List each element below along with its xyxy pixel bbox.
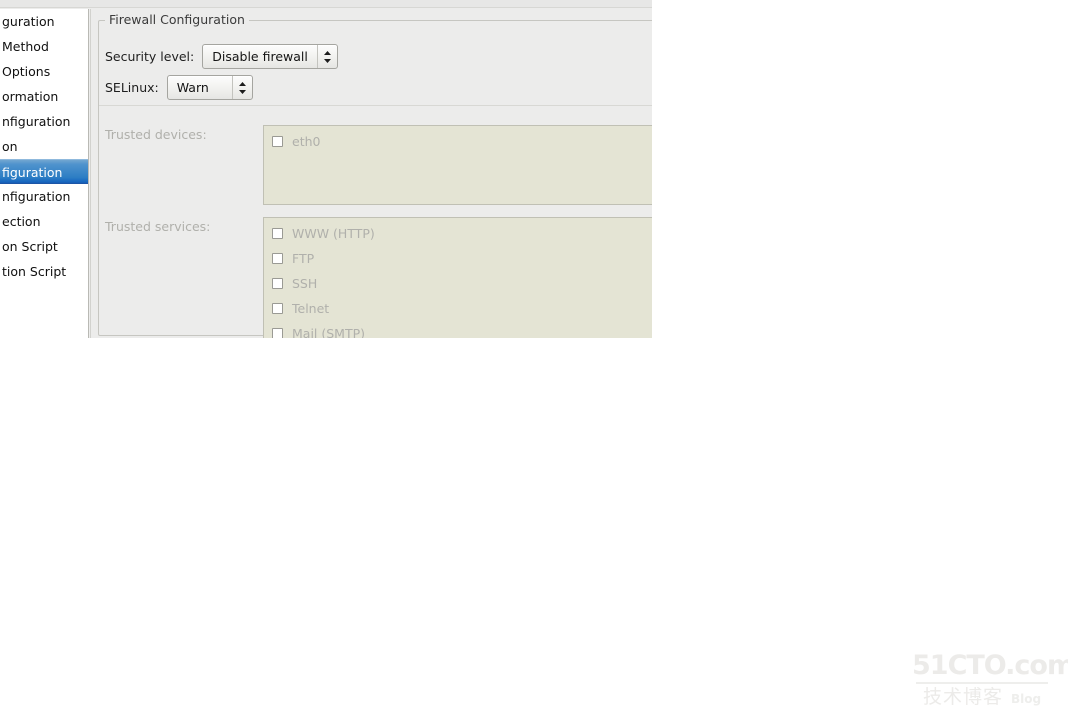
window-top-strip <box>0 0 652 8</box>
sidebar-item-label: tion Script <box>2 264 67 279</box>
trusted-device-label: eth0 <box>292 134 321 149</box>
sidebar-item-1[interactable]: Method <box>0 34 88 59</box>
trusted-service-row[interactable]: FTP <box>264 246 652 271</box>
trusted-services-label: Trusted services: <box>105 219 211 234</box>
security-level-label: Security level: <box>105 49 195 64</box>
trusted-devices-label: Trusted devices: <box>105 127 207 142</box>
sidebar-item-label: Options <box>2 64 51 79</box>
sidebar-item-label: figuration <box>2 165 63 180</box>
sidebar-item-label: Method <box>2 39 49 54</box>
sidebar-item-9[interactable]: on Script <box>0 234 88 259</box>
checkbox-unchecked-icon[interactable] <box>272 253 283 264</box>
trusted-service-label: Telnet <box>292 301 330 316</box>
trusted-device-row[interactable]: eth0 <box>264 129 652 154</box>
trusted-service-label: Mail (SMTP) <box>292 326 366 338</box>
selinux-combobox[interactable]: Warn <box>166 75 253 100</box>
sidebar-item-0[interactable]: guration <box>0 9 88 34</box>
sidebar-item-7[interactable]: nfiguration <box>0 184 88 209</box>
sidebar-item-label: guration <box>2 14 55 29</box>
sidebar-item-label: ormation <box>2 89 59 104</box>
sidebar-item-4[interactable]: nfiguration <box>0 109 88 134</box>
trusted-service-label: SSH <box>292 276 318 291</box>
checkbox-unchecked-icon[interactable] <box>272 303 283 314</box>
selinux-value: Warn <box>176 80 209 95</box>
watermark-subtitle-en: Blog <box>1010 692 1042 706</box>
trusted-service-row[interactable]: SSH <box>264 271 652 296</box>
sidebar-item-label: on <box>2 139 18 154</box>
trusted-service-row[interactable]: WWW (HTTP) <box>264 221 652 246</box>
selinux-label: SELinux: <box>105 80 159 95</box>
security-level-combobox[interactable]: Disable firewall <box>202 44 338 69</box>
selinux-row: SELinux: Warn <box>105 75 253 100</box>
checkbox-unchecked-icon[interactable] <box>272 328 283 338</box>
watermark-subtitle: 技术博客 Blog <box>912 687 1052 707</box>
trusted-service-label: WWW (HTTP) <box>292 226 375 241</box>
security-level-row: Security level: Disable firewall <box>105 44 338 69</box>
sidebar-item-2[interactable]: Options <box>0 59 88 84</box>
firewall-configuration-panel: Firewall Configuration Security level: D… <box>90 9 652 338</box>
sidebar-navigation-list[interactable]: guration Method Options ormation nfigura… <box>0 9 89 338</box>
trusted-service-row[interactable]: Mail (SMTP) <box>264 321 652 338</box>
site-watermark: 51CTO.com 技术博客 Blog <box>912 650 1068 709</box>
checkbox-unchecked-icon[interactable] <box>272 136 283 147</box>
watermark-site-name: 51CTO.com <box>912 650 1068 681</box>
sidebar-item-label: ection <box>2 214 41 229</box>
sidebar-item-label: nfiguration <box>2 189 71 204</box>
sidebar-item-firewall-configuration-selected[interactable]: figuration <box>0 159 88 184</box>
sidebar-item-label: nfiguration <box>2 114 71 129</box>
checkbox-unchecked-icon[interactable] <box>272 228 283 239</box>
trusted-devices-list[interactable]: eth0 <box>263 125 652 205</box>
watermark-rule <box>916 682 1048 684</box>
trusted-service-row[interactable]: Telnet <box>264 296 652 321</box>
sidebar-item-8[interactable]: ection <box>0 209 88 234</box>
application-window: guration Method Options ormation nfigura… <box>0 0 652 338</box>
security-level-value: Disable firewall <box>212 49 308 64</box>
checkbox-unchecked-icon[interactable] <box>272 278 283 289</box>
watermark-subtitle-cn: 技术博客 <box>922 686 1003 708</box>
sidebar-item-3[interactable]: ormation <box>0 84 88 109</box>
horizontal-separator <box>99 105 652 106</box>
sidebar-item-10[interactable]: tion Script <box>0 259 88 284</box>
groupbox-title: Firewall Configuration <box>105 12 249 27</box>
spinner-up-down-icon <box>231 76 252 99</box>
spinner-up-down-icon <box>316 45 337 68</box>
sidebar-item-label: on Script <box>2 239 58 254</box>
sidebar-item-5[interactable]: on <box>0 134 88 159</box>
trusted-services-list[interactable]: WWW (HTTP) FTP SSH Telnet Mail (SMTP) <box>263 217 652 338</box>
trusted-service-label: FTP <box>292 251 315 266</box>
